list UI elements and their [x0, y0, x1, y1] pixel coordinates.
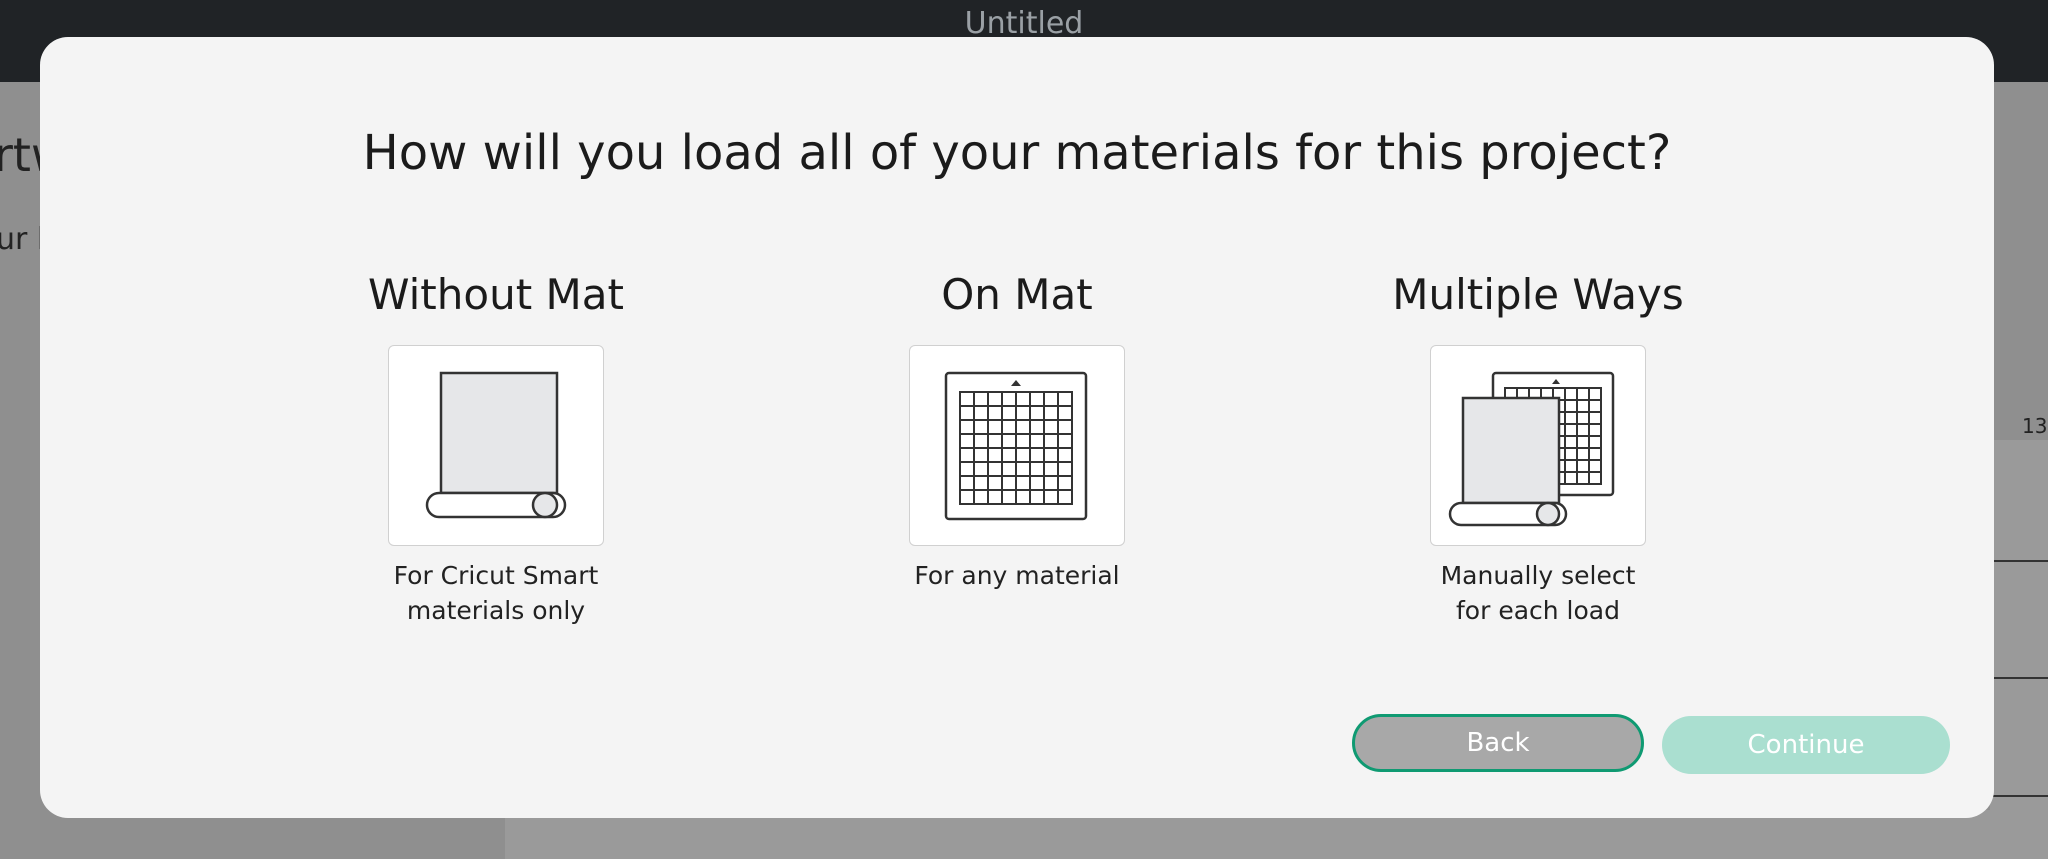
option-on-mat[interactable]: On Mat For any material	[817, 265, 1217, 593]
background-canvas-grid	[1990, 440, 2048, 859]
dialog-title: How will you load all of your materials …	[362, 125, 1672, 181]
back-button[interactable]: Back	[1352, 714, 1644, 772]
option-title: On Mat	[941, 270, 1093, 319]
roll-material-icon	[425, 371, 567, 519]
load-materials-dialog: How will you load all of your materials …	[40, 37, 1994, 818]
ruler-number: 13	[2022, 414, 2048, 438]
cutting-mat-icon	[944, 371, 1088, 521]
option-without-mat[interactable]: Without Mat For Cricut Smart materials o…	[296, 265, 696, 628]
option-description: For Cricut Smart materials only	[393, 561, 599, 625]
option-title: Multiple Ways	[1392, 270, 1684, 319]
option-card-without-mat[interactable]	[388, 345, 604, 546]
option-title: Without Mat	[368, 270, 624, 319]
option-description: Manually select for each load	[1440, 561, 1636, 625]
option-card-on-mat[interactable]	[909, 345, 1125, 546]
project-title: Untitled	[964, 6, 1084, 41]
option-card-multiple-ways[interactable]	[1430, 345, 1646, 546]
continue-button[interactable]: Continue	[1662, 716, 1950, 774]
option-multiple-ways[interactable]: Multiple Ways Manually select for each l…	[1338, 265, 1738, 628]
multiple-load-icon	[1448, 371, 1615, 527]
background-subtext: ur l	[0, 222, 46, 257]
option-description: For any material	[914, 561, 1120, 590]
